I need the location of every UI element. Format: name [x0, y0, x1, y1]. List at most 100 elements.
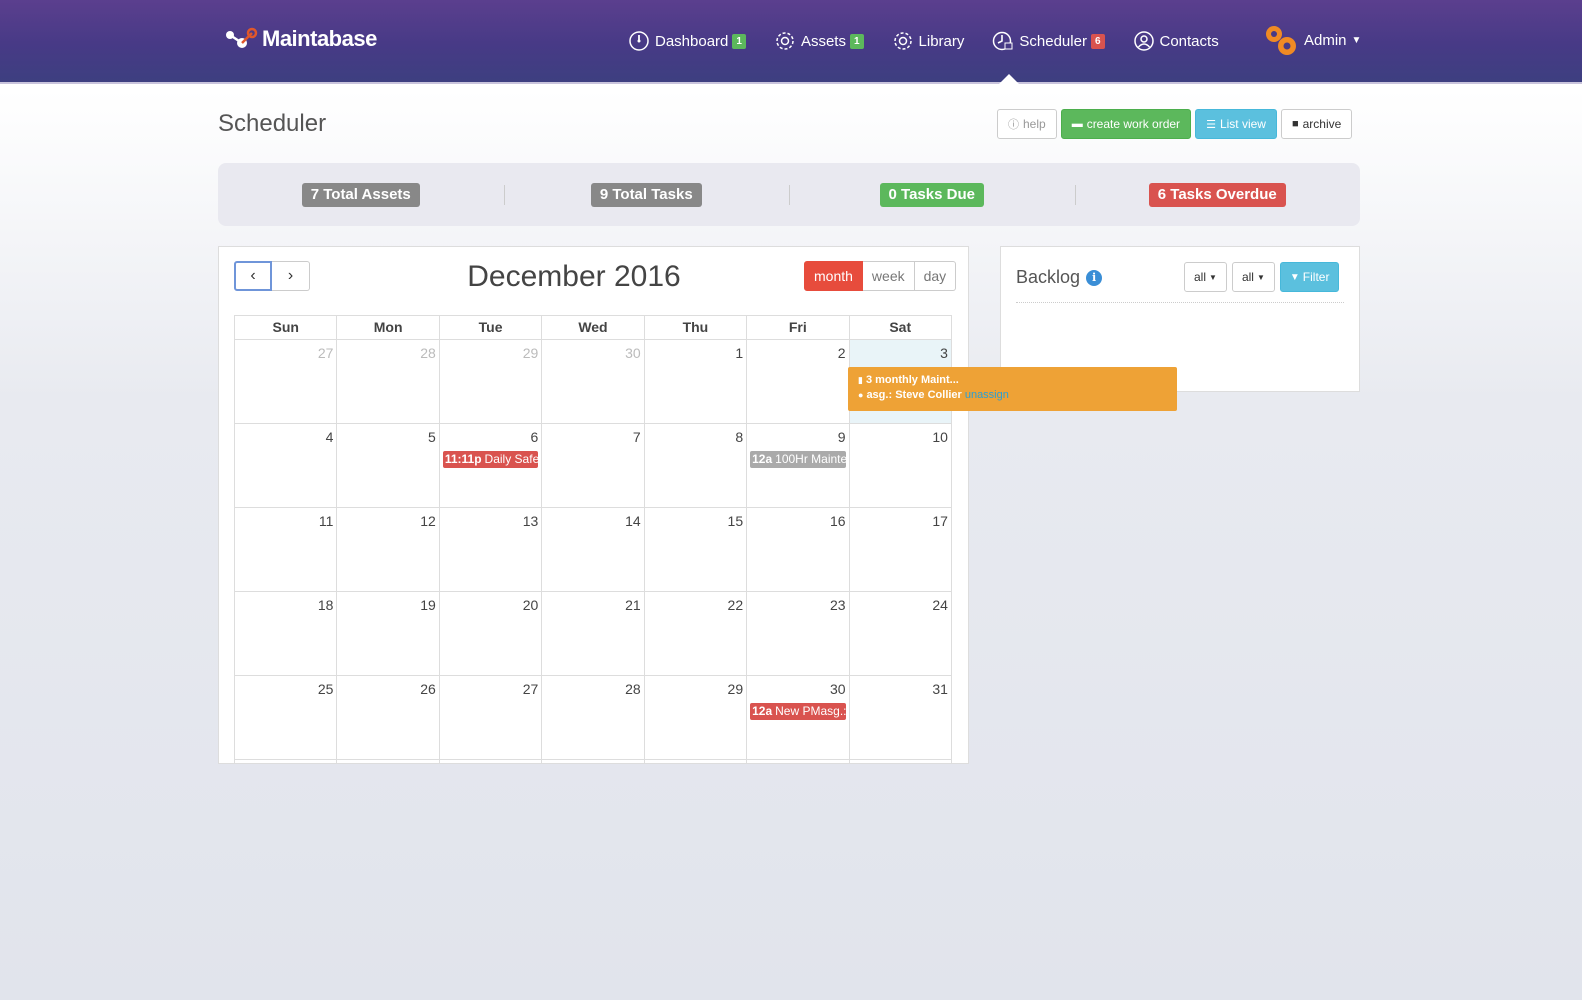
day-cell[interactable]: 18: [235, 592, 338, 675]
weekday-header: Sun Mon Tue Wed Thu Fri Sat: [234, 315, 952, 339]
filter-b-value: all: [1241, 270, 1254, 284]
day-cell[interactable]: 30 12a New PMasg.:: [747, 676, 850, 759]
day-cell[interactable]: 6 11:11p Daily Safe: [440, 424, 543, 507]
view-switch: month week day: [804, 261, 957, 291]
day-cell[interactable]: 16: [747, 508, 850, 591]
list-view-button[interactable]: ☰ List view: [1195, 109, 1277, 139]
calendar-event[interactable]: 11:11p Daily Safe: [442, 451, 539, 468]
unassign-link[interactable]: unassign: [965, 388, 1009, 403]
create-work-order-label: create work order: [1086, 117, 1181, 131]
day-cell[interactable]: 11: [235, 508, 338, 591]
day-cell[interactable]: 8: [645, 424, 748, 507]
weekday-fri: Fri: [747, 316, 850, 339]
day-cell[interactable]: 26: [337, 676, 440, 759]
day-cell[interactable]: 4: [235, 424, 338, 507]
day-cell[interactable]: [747, 760, 850, 763]
calendar-event[interactable]: 12a New PMasg.:: [750, 703, 846, 720]
help-button[interactable]: ⓘ help: [997, 109, 1057, 139]
day-cell[interactable]: 22: [645, 592, 748, 675]
day-number: 18: [317, 597, 334, 613]
nav-scheduler-label: Scheduler: [1019, 32, 1087, 50]
weekday-mon: Mon: [337, 316, 440, 339]
day-cell[interactable]: 30: [542, 340, 645, 423]
day-cell[interactable]: 25: [235, 676, 338, 759]
day-cell[interactable]: 15: [645, 508, 748, 591]
nav-contacts[interactable]: Contacts: [1133, 26, 1219, 56]
brand-name: Maintabase: [262, 26, 377, 51]
day-cell[interactable]: 2: [747, 340, 850, 423]
tasks-due-label[interactable]: 0 Tasks Due: [879, 182, 984, 207]
day-cell[interactable]: 21: [542, 592, 645, 675]
day-number: 4: [325, 429, 334, 445]
day-cell[interactable]: 20: [440, 592, 543, 675]
day-number: 10: [932, 429, 948, 445]
day-number: 27: [522, 681, 539, 697]
brand[interactable]: Maintabase: [222, 24, 377, 54]
day-cell[interactable]: 27: [440, 676, 543, 759]
info-icon[interactable]: i: [1086, 269, 1103, 286]
day-cell[interactable]: [850, 760, 952, 763]
day-cell[interactable]: [235, 760, 338, 763]
day-cell[interactable]: 24: [850, 592, 952, 675]
info-circle-icon: ⓘ: [1008, 119, 1019, 131]
weekday-tue: Tue: [440, 316, 543, 339]
popover-title-line: ▮ 3 monthly Maint...: [858, 373, 1167, 388]
day-cell[interactable]: [440, 760, 543, 763]
view-week-button[interactable]: week: [862, 261, 915, 291]
day-number: 15: [727, 513, 744, 529]
day-cell[interactable]: 28: [542, 676, 645, 759]
day-cell[interactable]: 27: [235, 340, 338, 423]
day-number: 25: [317, 681, 334, 697]
archive-button[interactable]: ■ archive: [1280, 109, 1353, 139]
backlog-filter-select-b[interactable]: all ▼: [1231, 262, 1275, 292]
calendar-week: 11 12 13 14 15 16 17: [234, 507, 952, 591]
day-number: 12: [420, 513, 436, 529]
day-number: 28: [420, 345, 436, 361]
view-day-button[interactable]: day: [914, 261, 957, 291]
nav-library-label: Library: [918, 32, 965, 50]
view-month-button[interactable]: month: [804, 261, 863, 291]
backlog-filter-select-a[interactable]: all ▼: [1184, 262, 1227, 292]
day-cell[interactable]: 29: [440, 340, 543, 423]
day-cell[interactable]: 10: [850, 424, 952, 507]
day-number: 22: [727, 597, 744, 613]
tasks-overdue-label[interactable]: 6 Tasks Overdue: [1148, 182, 1286, 207]
assignee-prefix: asg.:: [866, 389, 893, 401]
total-tasks-label[interactable]: 9 Total Tasks: [590, 182, 702, 207]
divider: [1016, 302, 1344, 303]
day-number: 31: [932, 681, 948, 697]
nav-assets[interactable]: Assets 1: [774, 26, 864, 56]
day-cell[interactable]: [645, 760, 748, 763]
calendar-event[interactable]: 12a 100Hr Mainte: [750, 451, 846, 468]
day-cell[interactable]: 7: [542, 424, 645, 507]
event-popover[interactable]: ▮ 3 monthly Maint... ● asg.: Steve Colli…: [848, 367, 1177, 411]
day-cell[interactable]: 31: [850, 676, 952, 759]
create-work-order-button[interactable]: ▬ create work order: [1060, 109, 1192, 139]
day-cell[interactable]: 19: [337, 592, 440, 675]
day-cell[interactable]: 9 12a 100Hr Mainte: [747, 424, 850, 507]
day-cell[interactable]: 23: [747, 592, 850, 675]
nav-scheduler[interactable]: Scheduler 6: [992, 26, 1105, 56]
stat-total-tasks: 9 Total Tasks: [503, 182, 790, 207]
nav-library[interactable]: Library: [892, 26, 965, 56]
day-cell[interactable]: 13: [440, 508, 543, 591]
day-cell[interactable]: [542, 760, 645, 763]
weekday-wed: Wed: [542, 316, 645, 339]
page-title: Scheduler: [218, 110, 327, 137]
day-number: 16: [829, 513, 846, 529]
stat-total-assets: 7 Total Assets: [218, 182, 504, 207]
day-cell[interactable]: 17: [850, 508, 952, 591]
admin-menu[interactable]: Admin ▼: [1260, 20, 1361, 60]
day-cell[interactable]: 5: [337, 424, 440, 507]
filter-button[interactable]: ▼ Filter: [1279, 262, 1340, 292]
nav-dashboard[interactable]: Dashboard 1: [628, 26, 746, 56]
archive-label: archive: [1302, 117, 1342, 131]
day-cell[interactable]: 12: [337, 508, 440, 591]
day-cell[interactable]: 28: [337, 340, 440, 423]
total-assets-label[interactable]: 7 Total Assets: [301, 182, 420, 207]
assignee-name: Steve Collier: [895, 389, 962, 401]
day-cell[interactable]: 29: [645, 676, 748, 759]
day-cell[interactable]: [337, 760, 440, 763]
day-cell[interactable]: 1: [645, 340, 748, 423]
day-cell[interactable]: 14: [542, 508, 645, 591]
